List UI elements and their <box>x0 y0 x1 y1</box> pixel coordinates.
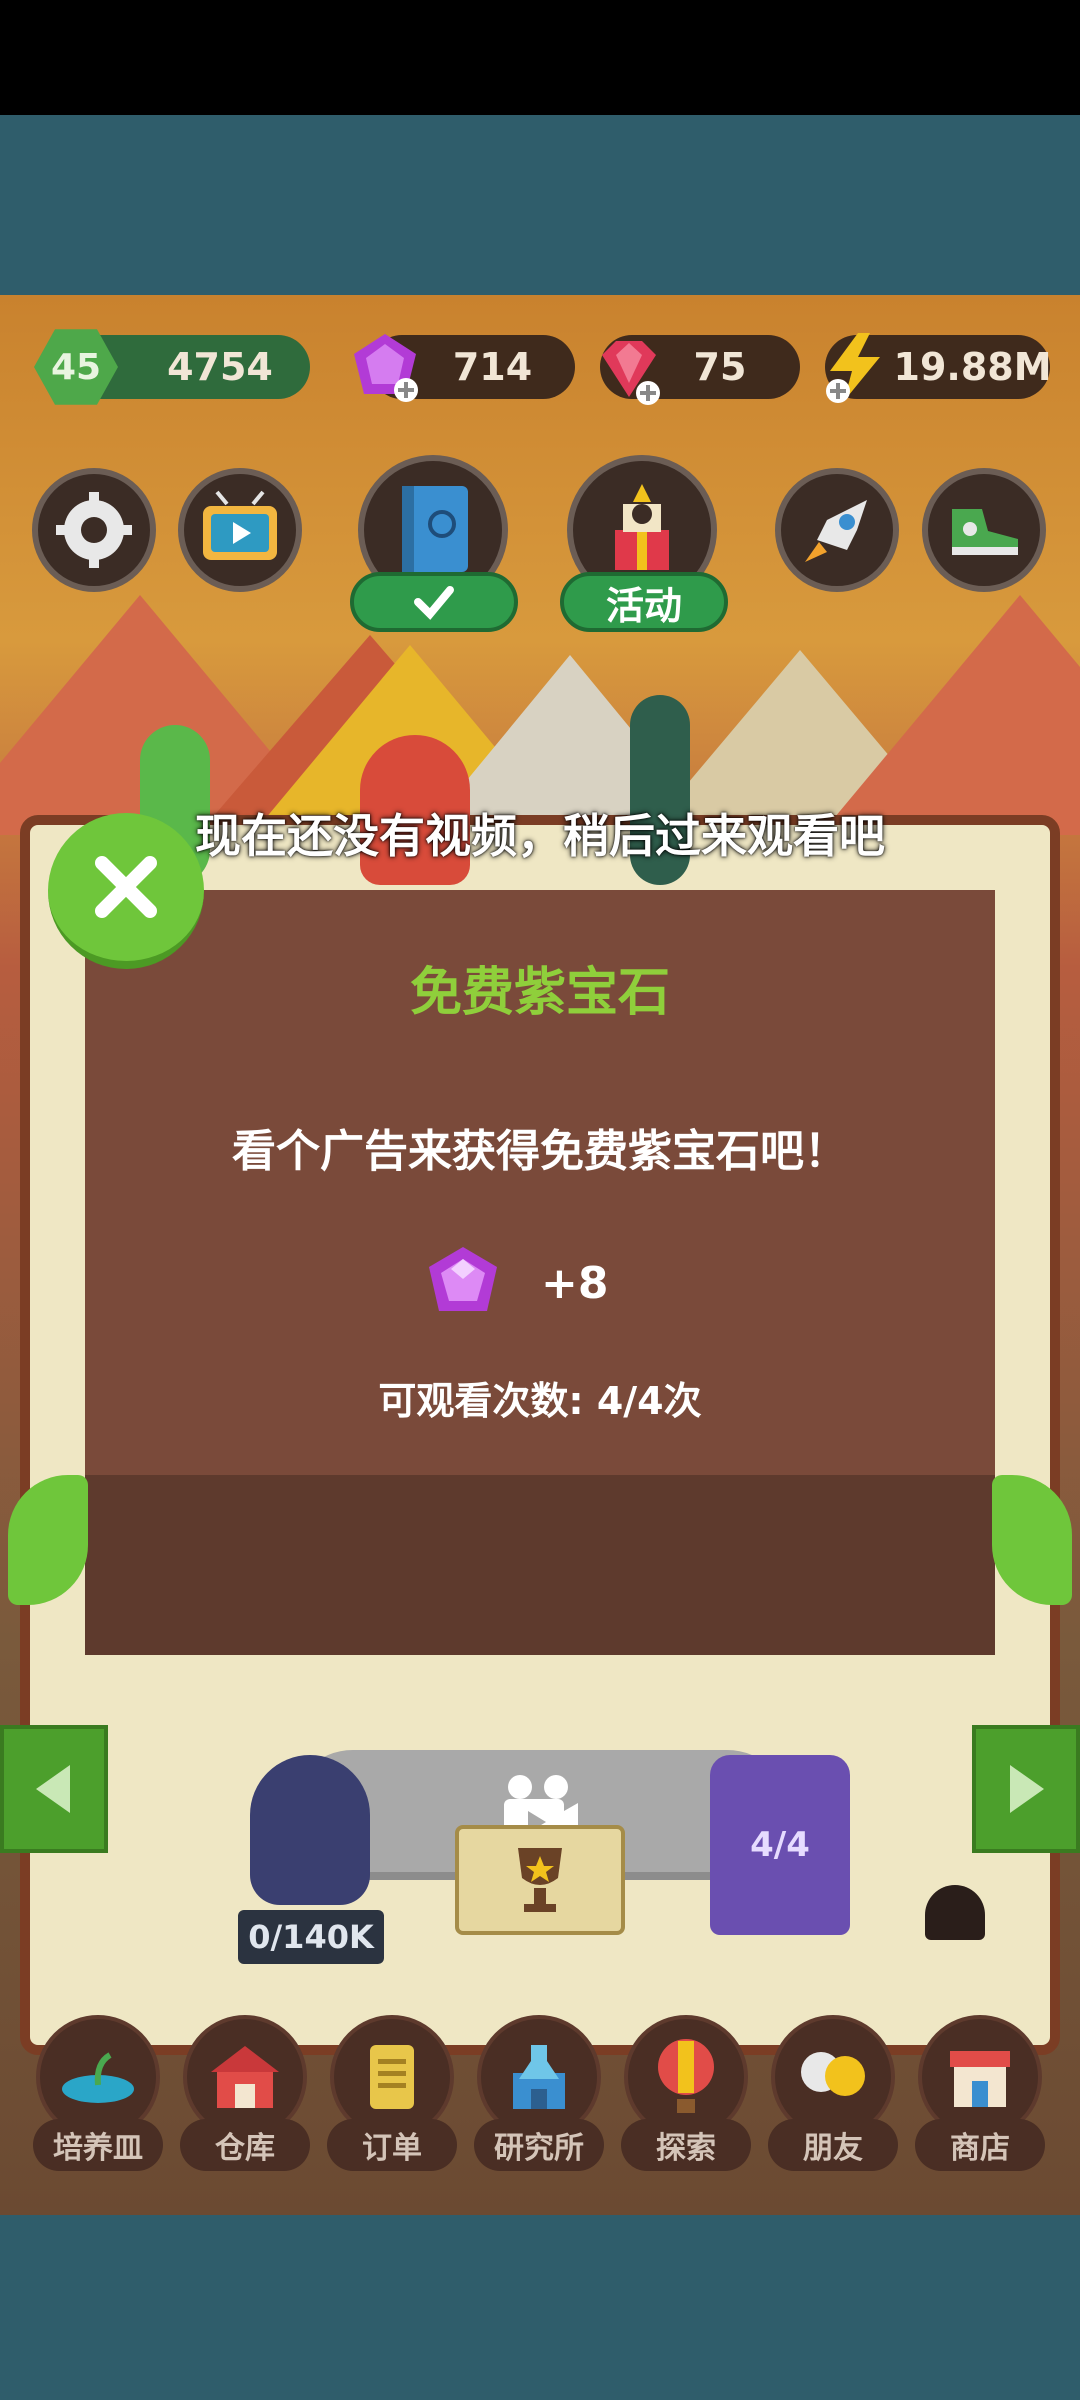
red-gem-value: 75 <box>693 345 747 389</box>
background-top <box>0 115 1080 295</box>
reward-amount: +8 <box>541 1257 609 1309</box>
red-gem-icon <box>602 341 660 405</box>
book-icon <box>402 486 468 572</box>
watch-count: 可观看次数: 4/4次 <box>378 1379 702 1423</box>
hot-air-balloon-icon <box>658 2039 714 2113</box>
nav-friends[interactable]: 朋友 <box>765 2015 901 2171</box>
nav-label: 商店 <box>915 2119 1045 2171</box>
scroll-icon <box>370 2045 414 2109</box>
purple-gem-icon <box>429 1247 497 1311</box>
pedestal-progress: 0/140K <box>248 1918 374 1956</box>
rocket-icon <box>805 500 867 562</box>
status-bar-area <box>0 0 1080 115</box>
nav-warehouse[interactable]: 仓库 <box>177 2015 313 2171</box>
purple-gem-icon <box>354 334 418 402</box>
nav-explore[interactable]: 探索 <box>618 2015 754 2171</box>
maid-monster <box>250 1755 370 1905</box>
video-ad-button[interactable] <box>178 468 302 592</box>
boost-button[interactable] <box>775 468 899 592</box>
trophy-button[interactable] <box>455 1825 625 1935</box>
dialog-title: 免费紫宝石 <box>409 963 670 1023</box>
settings-button[interactable] <box>32 468 156 592</box>
dialog-soil <box>85 1475 995 1655</box>
nav-label: 探索 <box>621 2119 751 2171</box>
dialog-message: 看个广告来获得免费紫宝石吧！ <box>232 1126 848 1177</box>
event-label: 活动 <box>605 583 682 628</box>
gift-tower-icon <box>615 484 669 570</box>
nav-label: 仓库 <box>180 2119 310 2171</box>
coin-value: 4754 <box>167 345 273 389</box>
friends-icon <box>801 2052 865 2096</box>
statue-progress: 4/4 <box>750 1825 810 1865</box>
journal-check-badge <box>350 572 518 632</box>
purple-gem-value: 714 <box>452 345 533 389</box>
game-area: 4754 45 714 75 19.88M 活动 免费紫宝石 看个广告来获得免费… <box>0 295 1080 2215</box>
trophy-icon <box>518 1848 562 1912</box>
nav-label: 研究所 <box>474 2119 604 2171</box>
nav-label: 订单 <box>327 2119 457 2171</box>
nav-shop[interactable]: 商店 <box>912 2015 1048 2171</box>
close-icon <box>95 856 157 918</box>
skin-button[interactable] <box>922 468 1046 592</box>
nav-research-lab[interactable]: 研究所 <box>471 2015 607 2171</box>
crystal-statue[interactable]: 4/4 <box>710 1755 850 1935</box>
event-label-badge: 活动 <box>560 572 728 632</box>
petri-dish-icon <box>62 2052 134 2103</box>
progress-pedestal: 0/140K <box>238 1910 384 1964</box>
nav-petri-dish[interactable]: 培养皿 <box>30 2015 166 2171</box>
tv-icon <box>203 490 277 560</box>
mountain <box>820 595 1080 835</box>
next-page-button[interactable] <box>972 1725 1080 1853</box>
gear-icon <box>56 492 132 568</box>
free-gem-dialog: 免费紫宝石 看个广告来获得免费紫宝石吧！ +8 可观看次数: 4/4次 <box>85 890 995 1880</box>
lab-flask-icon <box>513 2045 565 2109</box>
shop-icon <box>950 2051 1010 2107</box>
reward-row: +8 <box>425 1245 608 1321</box>
barn-icon <box>211 2046 279 2108</box>
nav-orders[interactable]: 订单 <box>324 2015 460 2171</box>
nav-label: 培养皿 <box>33 2119 163 2171</box>
previous-page-button[interactable] <box>0 1725 108 1853</box>
eye-creature <box>925 1885 985 1940</box>
arrow-left-icon <box>36 1765 70 1813</box>
level-value: 45 <box>50 346 102 388</box>
lightning-icon <box>826 333 880 403</box>
nav-label: 朋友 <box>768 2119 898 2171</box>
background-bottom <box>0 2215 1080 2400</box>
arrow-right-icon <box>1010 1765 1044 1813</box>
check-icon <box>414 586 454 620</box>
close-button[interactable] <box>48 813 204 969</box>
sneaker-icon <box>952 509 1018 555</box>
energy-value: 19.88M <box>893 345 1052 389</box>
